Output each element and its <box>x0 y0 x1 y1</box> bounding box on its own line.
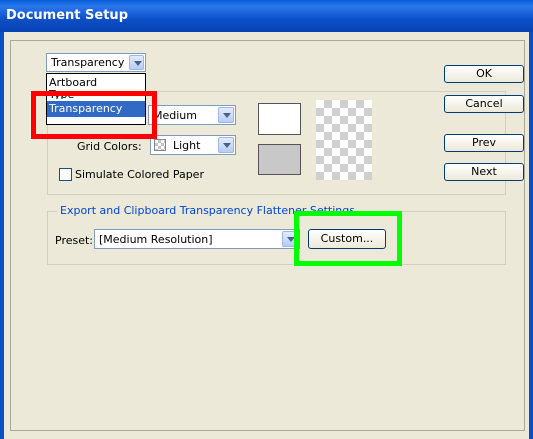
preset-label: Preset: <box>55 234 94 247</box>
section-select-value: Transparency <box>51 56 125 69</box>
grid-colors-select[interactable]: Light <box>150 135 236 155</box>
dropdown-option-transparency[interactable]: Transparency <box>47 101 145 117</box>
dropdown-option-type[interactable]: Type <box>47 90 145 99</box>
section-select[interactable]: Transparency <box>46 53 146 72</box>
ok-button[interactable]: OK <box>444 65 524 83</box>
grid-colors-value: Light <box>173 139 201 152</box>
transparency-grid-preview <box>316 100 372 180</box>
section-dropdown-list: Artboard Type Transparency <box>46 73 146 125</box>
custom-button[interactable]: Custom... <box>308 229 386 249</box>
window-frame-right <box>529 32 533 439</box>
title-bar[interactable]: Document Setup <box>0 0 533 32</box>
flattener-group-title: Export and Clipboard Transparency Flatte… <box>57 204 358 217</box>
checker-pattern-icon <box>154 139 166 151</box>
window-title: Document Setup <box>6 8 128 23</box>
prev-button[interactable]: Prev <box>444 134 524 152</box>
cancel-button[interactable]: Cancel <box>444 95 524 113</box>
chevron-down-icon[interactable] <box>129 55 144 70</box>
chevron-down-icon[interactable] <box>282 231 298 247</box>
paper-color-swatch[interactable] <box>258 103 301 135</box>
simulate-paper-checkbox[interactable] <box>59 168 72 181</box>
chevron-down-icon[interactable] <box>218 137 234 153</box>
simulate-paper-label: Simulate Colored Paper <box>75 168 204 181</box>
grid-color-swatch[interactable] <box>258 144 301 175</box>
grid-colors-label: Grid Colors: <box>77 140 142 153</box>
document-setup-dialog: Document Setup Medium Grid Colors: Light… <box>0 0 533 439</box>
preset-select[interactable]: [Medium Resolution] <box>94 229 300 249</box>
grid-size-value: Medium <box>153 109 197 122</box>
chevron-down-icon[interactable] <box>218 107 234 123</box>
grid-size-select[interactable]: Medium <box>148 105 236 125</box>
preset-value: [Medium Resolution] <box>99 233 213 246</box>
window-frame-left <box>0 32 4 439</box>
next-button[interactable]: Next <box>444 163 524 181</box>
dropdown-option-artboard[interactable]: Artboard <box>47 75 145 91</box>
